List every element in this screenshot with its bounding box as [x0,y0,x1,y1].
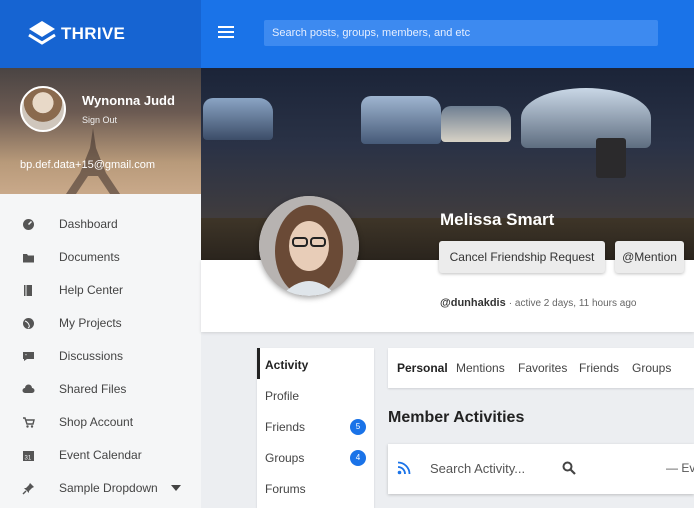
count-badge: 5 [350,419,366,435]
subnav-item-label: Groups [265,451,305,465]
activity-search-bar: — Everything — [388,444,694,494]
subnav-item-label: Activity [265,358,309,372]
user-email: bp.def.data+15@gmail.com [20,159,155,171]
sidebar-item-my-projects[interactable]: My Projects [0,307,201,340]
subnav-item-forums[interactable]: Forums [257,472,374,503]
profile-name: Melissa Smart [440,210,555,229]
subnav-item-label: Profile [265,389,300,403]
subnav-item-friends[interactable]: Friends 5 [257,410,374,441]
chevron-down-icon[interactable] [171,485,181,491]
menu-icon[interactable] [218,26,234,40]
svg-text:": " [25,354,27,360]
count-badge: 4 [350,450,366,466]
rss-icon[interactable] [397,461,411,475]
tab-favorites[interactable]: Favorites [518,361,567,375]
subnav-item-label: Forums [265,482,306,496]
user-name[interactable]: Wynonna Judd [82,93,175,108]
brand-name: THRIVE [61,24,126,43]
sidebar-item-label: Shared Files [59,382,127,396]
activity-filter-select[interactable]: — Everything — [666,461,694,475]
avatar[interactable] [20,86,66,132]
sidebar-item-label: Shop Account [59,415,134,429]
sidebar-item-documents[interactable]: Documents [0,241,201,274]
sidebar-item-help-center[interactable]: Help Center [0,274,201,307]
sidebar-item-label: Discussions [59,349,124,363]
profile-subnav: Activity Profile Friends 5 Groups 4 Foru… [257,348,374,508]
mention-button[interactable]: @Mention [615,241,684,273]
sidebar-item-label: Help Center [59,283,124,297]
calendar-day: 31 [25,456,32,462]
sidebar-item-label: Dashboard [59,217,118,231]
subnav-item-profile[interactable]: Profile [257,379,374,410]
layers-logo-icon [28,21,56,45]
tab-personal[interactable]: Personal [397,361,448,375]
calendar-icon: 31 [23,451,34,462]
sidebar-profile: Wynonna Judd Sign Out bp.def.data+15@gma… [0,68,201,194]
sidebar-item-label: My Projects [59,316,122,330]
cancel-friendship-button[interactable]: Cancel Friendship Request [439,241,605,273]
sidebar-item-label: Event Calendar [59,448,142,462]
globe-icon [23,318,34,329]
search-icon[interactable] [562,461,576,475]
tab-friends[interactable]: Friends [579,361,619,375]
sidebar-item-label: Sample Dropdown [59,481,158,495]
top-bar: THRIVE [0,0,694,68]
cart-icon [23,417,35,428]
profile-handle: @dunhakdis [440,297,506,309]
sidebar-item-shop-account[interactable]: Shop Account [0,406,201,439]
profile-handle-line: @dunhakdis · active 2 days, 11 hours ago [440,297,636,309]
cloud-icon [22,384,35,393]
subnav-item-groups[interactable]: Groups 4 [257,441,374,472]
sidebar: Wynonna Judd Sign Out bp.def.data+15@gma… [0,68,201,508]
sidebar-item-dashboard[interactable]: Dashboard [0,208,201,241]
tab-groups[interactable]: Groups [632,361,671,375]
dashboard-icon [23,219,34,230]
active-status: · active 2 days, 11 hours ago [508,298,637,309]
sidebar-item-shared-files[interactable]: Shared Files [0,373,201,406]
subnav-item-activity[interactable]: Activity [257,348,374,379]
sidebar-item-label: Documents [59,250,120,264]
pin-icon [22,483,34,495]
sidebar-nav: Dashboard Documents Help Center My Proje… [0,208,201,505]
section-title: Member Activities [388,409,525,426]
sign-out-link[interactable]: Sign Out [82,115,117,125]
sidebar-item-event-calendar[interactable]: 31 Event Calendar [0,439,201,472]
activity-search-input[interactable] [430,458,548,478]
chat-icon: " [23,352,34,361]
brand[interactable]: THRIVE [0,0,201,68]
subnav-item-label: Friends [265,420,306,434]
activity-tabs: Personal Mentions Favorites Friends Grou… [388,348,694,388]
sidebar-item-sample-dropdown[interactable]: Sample Dropdown [0,472,201,505]
book-icon [24,285,32,296]
tab-mentions[interactable]: Mentions [456,361,505,375]
profile-avatar[interactable] [259,196,359,296]
search-input[interactable] [264,20,658,46]
sidebar-item-discussions[interactable]: " Discussions [0,340,201,373]
folder-icon [23,254,34,263]
